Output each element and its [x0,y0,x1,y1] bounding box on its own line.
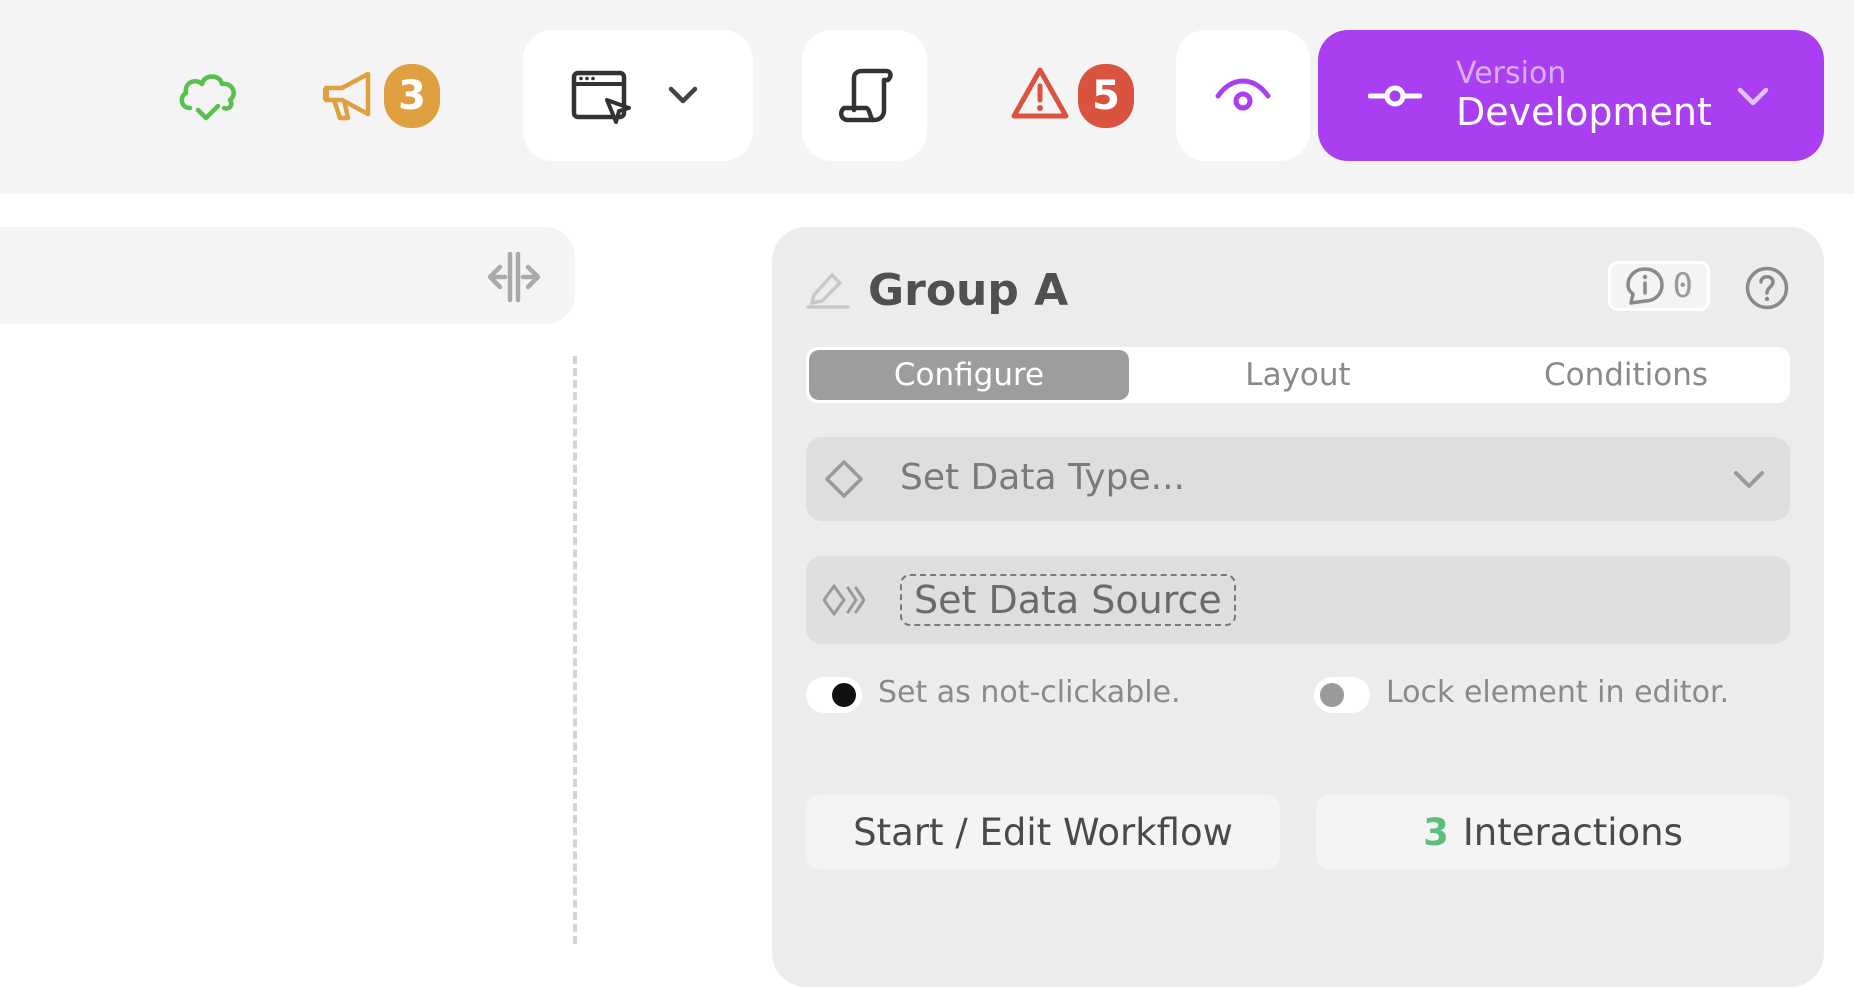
panel-tabs: Configure Layout Conditions [806,347,1790,403]
properties-panel: Group A 0 Configure Layout Conditions Se… [772,227,1824,987]
chevron-down-icon [668,86,698,104]
warning-triangle-icon [1011,67,1069,119]
warnings-button[interactable]: 5 [1008,60,1138,132]
comments-count: 0 [1672,266,1693,306]
interactions-label: Interactions [1462,810,1683,854]
lock-element-toggle[interactable] [1314,677,1370,713]
logs-button[interactable] [802,30,927,161]
pencil-icon [806,273,850,309]
version-label: Version [1456,56,1567,91]
tab-configure[interactable]: Configure [809,350,1129,400]
left-panel-header [0,227,575,324]
chevron-down-icon [1737,87,1769,106]
scroll-icon [838,68,893,122]
toggle-knob [1320,683,1344,707]
announcements-count-badge: 3 [384,64,440,128]
megaphone-icon [323,71,371,121]
help-icon[interactable] [1744,265,1790,311]
interactions-button[interactable]: 3 Interactions [1316,795,1790,869]
panel-title: Group A [868,265,1069,316]
not-clickable-label: Set as not-clickable. [878,675,1181,710]
interactions-count: 3 [1423,810,1449,854]
version-value: Development [1456,90,1712,134]
panel-divider [573,356,577,944]
tab-layout[interactable]: Layout [1138,350,1458,400]
tab-conditions[interactable]: Conditions [1466,350,1786,400]
split-resize-icon[interactable] [485,251,543,303]
source-chevrons-icon [822,584,866,616]
preview-button[interactable] [1176,30,1310,161]
preview-mode-dropdown[interactable] [523,30,753,161]
warnings-count-badge: 5 [1078,64,1134,128]
data-type-select[interactable]: Set Data Type... [806,437,1790,521]
not-clickable-toggle[interactable] [806,677,862,713]
cloud-check-icon [179,74,236,121]
top-toolbar: 3 5 Version Development [0,0,1854,194]
workflow-button[interactable]: Start / Edit Workflow [806,795,1280,869]
announcements-button[interactable]: 3 [318,60,444,132]
comments-button[interactable]: 0 [1608,261,1710,311]
eye-icon [1215,78,1271,110]
comment-info-icon [1626,267,1664,305]
browser-cursor-icon [571,70,631,124]
lock-element-label: Lock element in editor. [1386,675,1730,710]
cloud-sync-button[interactable] [172,62,244,128]
commit-icon [1368,85,1422,107]
version-dropdown[interactable]: Version Development [1318,30,1824,161]
data-source-field: Set Data Source [806,556,1790,644]
set-data-source-button[interactable]: Set Data Source [900,574,1236,626]
diamond-icon [825,460,863,498]
data-type-placeholder: Set Data Type... [900,457,1185,498]
toggle-knob [832,683,856,707]
chevron-down-icon [1734,471,1764,488]
